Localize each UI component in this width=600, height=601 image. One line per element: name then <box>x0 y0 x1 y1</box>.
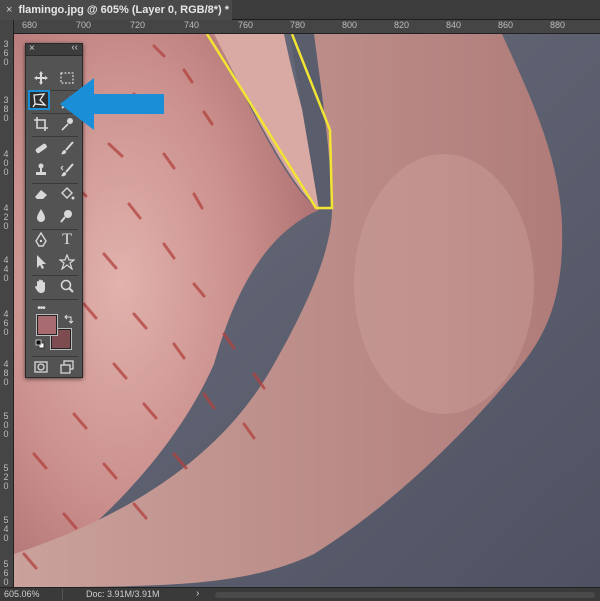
screen-mode-icon <box>60 360 74 374</box>
ruler-label: 3 8 0 <box>3 95 9 123</box>
document-tab[interactable]: × flamingo.jpg @ 605% (Layer 0, RGB/8*) … <box>0 0 232 20</box>
ruler-vertical[interactable]: 3 6 0 3 8 0 4 0 0 4 2 0 4 4 0 4 6 0 4 8 … <box>0 20 14 587</box>
foreground-color-swatch[interactable] <box>36 314 58 336</box>
move-tool[interactable] <box>30 68 52 88</box>
ruler-label: 4 4 0 <box>3 255 9 283</box>
bandage-icon <box>35 143 47 154</box>
status-menu-chevron-icon[interactable]: › <box>196 588 199 599</box>
panel-collapse-icon[interactable]: ‹‹ <box>71 42 78 53</box>
healing-brush-tool[interactable] <box>30 138 52 158</box>
stamp-icon <box>36 163 46 175</box>
ruler-label: 800 <box>342 20 358 30</box>
default-colors-icon[interactable] <box>35 339 45 349</box>
ruler-horizontal[interactable]: 680 700 720 740 760 780 800 820 840 860 … <box>14 20 600 34</box>
dodge-tool[interactable] <box>56 206 78 226</box>
pen-icon <box>35 232 47 247</box>
path-arrow-icon <box>37 255 46 269</box>
ruler-label: 760 <box>238 20 254 30</box>
ruler-label: 840 <box>446 20 462 30</box>
hand-icon <box>35 279 45 293</box>
ruler-label: 5 4 0 <box>3 515 9 543</box>
blur-drop-icon <box>37 209 45 222</box>
horizontal-scrollbar[interactable] <box>215 592 595 598</box>
panel-close-icon[interactable]: × <box>29 43 35 54</box>
brush-tool[interactable] <box>56 138 78 158</box>
dodge-icon <box>60 210 72 223</box>
pen-tool[interactable] <box>30 230 52 250</box>
hand-tool[interactable] <box>30 276 52 296</box>
eraser-icon <box>35 190 47 199</box>
ruler-label: 4 6 0 <box>3 309 9 337</box>
more-icon: ••• <box>37 302 45 314</box>
polygonal-lasso-icon <box>32 93 47 108</box>
clone-stamp-tool[interactable] <box>30 160 52 180</box>
ruler-label: 860 <box>498 20 514 30</box>
ruler-label: 700 <box>76 20 92 30</box>
move-icon <box>34 71 48 85</box>
zoom-tool[interactable] <box>56 276 78 296</box>
quick-mask-icon <box>34 361 48 373</box>
status-bar: 605.06% Doc: 3.91M/3.91M › <box>0 587 600 601</box>
history-brush-icon <box>60 163 74 177</box>
ruler-label: 5 2 0 <box>3 463 9 491</box>
type-icon: T <box>62 231 72 248</box>
zoom-level[interactable]: 605.06% <box>4 589 40 599</box>
screen-mode-button[interactable] <box>56 357 78 377</box>
quick-mask-button[interactable] <box>30 357 52 377</box>
ruler-label: 780 <box>290 20 306 30</box>
ruler-label: 4 8 0 <box>3 359 9 387</box>
eraser-tool[interactable] <box>30 184 52 204</box>
document-size: Doc: 3.91M/3.91M <box>86 589 160 599</box>
zoom-icon <box>60 279 74 293</box>
tool-divider <box>32 136 78 137</box>
tab-close-icon[interactable]: × <box>6 0 12 20</box>
crop-tool[interactable] <box>30 114 52 134</box>
paint-bucket-tool[interactable] <box>56 184 78 204</box>
ruler-label: 4 2 0 <box>3 203 9 231</box>
ruler-label: 680 <box>22 20 38 30</box>
ruler-label: 3 6 0 <box>3 39 9 67</box>
paint-bucket-icon <box>61 187 75 200</box>
ruler-label: 5 0 0 <box>3 411 9 439</box>
ruler-label: 740 <box>184 20 200 30</box>
tools-panel-header[interactable]: × ‹‹ <box>26 42 82 56</box>
brush-icon <box>61 141 74 155</box>
document-tab-bar: × flamingo.jpg @ 605% (Layer 0, RGB/8*) … <box>0 0 600 20</box>
ruler-label: 5 6 0 <box>3 559 9 587</box>
custom-shape-icon <box>59 254 75 270</box>
blur-tool[interactable] <box>30 206 52 226</box>
type-tool[interactable]: T <box>56 230 78 250</box>
ruler-label: 4 0 0 <box>3 149 9 177</box>
crop-icon <box>34 117 48 131</box>
custom-shape-tool[interactable] <box>56 252 78 272</box>
highlight-arrow-icon <box>60 78 164 130</box>
ruler-label: 880 <box>550 20 566 30</box>
status-separator <box>62 589 63 600</box>
document-title: flamingo.jpg @ 605% (Layer 0, RGB/8*) * <box>18 4 230 16</box>
history-brush-tool[interactable] <box>56 160 78 180</box>
ruler-label: 720 <box>130 20 146 30</box>
polygonal-lasso-tool[interactable] <box>28 90 50 110</box>
path-selection-tool[interactable] <box>30 252 52 272</box>
ruler-label: 820 <box>394 20 410 30</box>
swap-colors-icon[interactable] <box>63 314 75 326</box>
